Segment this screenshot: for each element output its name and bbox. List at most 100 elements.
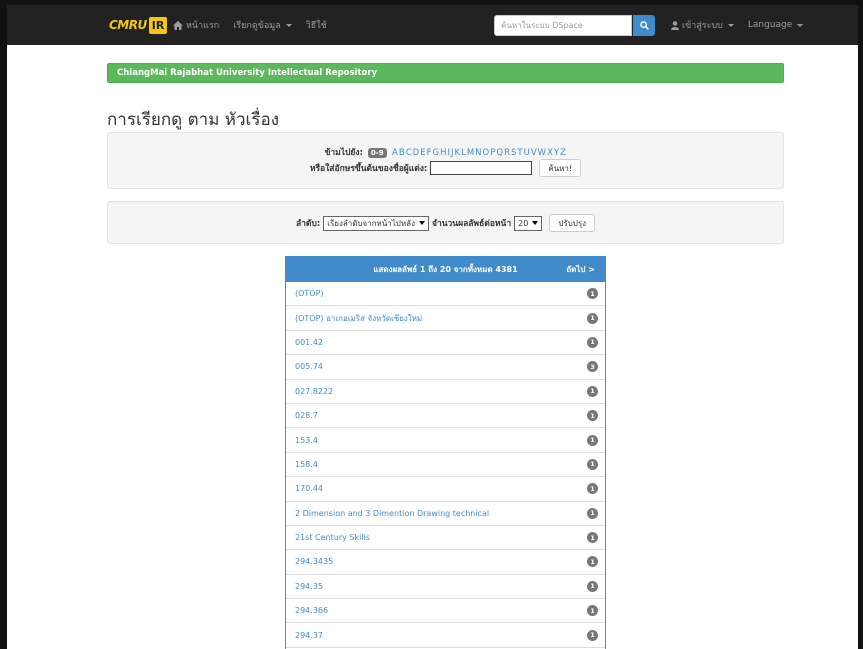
jump-letter-y[interactable]: Y bbox=[554, 148, 559, 158]
jump-letter-s[interactable]: S bbox=[511, 148, 516, 158]
nav-home[interactable]: หน้าแรก bbox=[173, 18, 219, 32]
count-badge: 3 bbox=[587, 361, 598, 373]
jump-letter-k[interactable]: K bbox=[455, 148, 461, 158]
sort-row: ลำดับ: เรียงลำดับจากหน้าไปหลัง จำนวนผลลั… bbox=[108, 214, 783, 232]
jump-letter-j[interactable]: J bbox=[451, 148, 454, 158]
subject-link[interactable]: (OTOP) อาเกอเมริส จังหวัดเชียงใหม่ bbox=[295, 312, 422, 325]
jump-letter-x[interactable]: X bbox=[547, 148, 553, 158]
jump-letter-o[interactable]: O bbox=[483, 148, 490, 158]
search-input[interactable]: ค้นหาในระบบ DSpace bbox=[494, 15, 632, 36]
jump-letter-p[interactable]: P bbox=[490, 148, 495, 158]
list-item[interactable]: 2 Dimension and 3 Dimention Drawing tech… bbox=[286, 502, 605, 526]
list-item[interactable]: 005.74 3 bbox=[286, 355, 605, 380]
subject-link[interactable]: 294.35 bbox=[295, 582, 323, 591]
subject-link[interactable]: 294.37 bbox=[295, 631, 323, 640]
jump-letter-g[interactable]: G bbox=[432, 148, 439, 158]
jump-letter-h[interactable]: H bbox=[440, 148, 446, 158]
jump-to-panel: ข้ามไปยัง: 0-9 ABCDEFGHIJKLMNOPQRSTUVWXY… bbox=[107, 132, 784, 189]
jump-letter-n[interactable]: N bbox=[475, 148, 481, 158]
nav-help[interactable]: วิธีใช้ bbox=[306, 18, 327, 32]
count-badge: 1 bbox=[587, 385, 598, 397]
order-select[interactable]: เรียงลำดับจากหน้าไปหลัง bbox=[323, 215, 429, 231]
list-item[interactable]: 294.366 1 bbox=[286, 599, 605, 624]
chevron-down-icon bbox=[285, 23, 292, 27]
site-logo[interactable]: CMRU IR bbox=[109, 14, 168, 36]
repository-banner[interactable]: ChiangMai Rajabhat University Intellectu… bbox=[107, 63, 784, 83]
jump-letter-m[interactable]: M bbox=[467, 148, 474, 158]
chevron-down-icon bbox=[532, 221, 539, 225]
subject-link[interactable]: 005.74 bbox=[295, 362, 323, 371]
list-item[interactable]: 294.3435 1 bbox=[286, 550, 605, 575]
top-navbar: CMRU IR หน้าแรก เรียกดูข้อมูล วิธีใช้ ค้… bbox=[7, 5, 858, 45]
jump-letter-a[interactable]: A bbox=[392, 148, 398, 158]
subject-link[interactable]: 294.3435 bbox=[295, 557, 333, 566]
results-count-text: แสดงผลลัพธ์ 1 ถึง 20 จากทั้งหมด 4381 bbox=[373, 265, 518, 274]
jump-letter-c[interactable]: C bbox=[406, 148, 412, 158]
subject-link[interactable]: 028.7 bbox=[295, 411, 318, 420]
go-button[interactable]: ค้นหา! bbox=[539, 159, 582, 177]
subject-link[interactable]: 001.42 bbox=[295, 338, 323, 347]
jump-letter-b[interactable]: B bbox=[399, 148, 405, 158]
starts-with-label: หรือใส่อักษรขึ้นต้นของชื่อผู้แต่ง: bbox=[309, 164, 428, 174]
jump-letter-t[interactable]: T bbox=[517, 148, 522, 158]
page-title: การเรียกดู ตาม หัวเรื่อง bbox=[107, 110, 280, 130]
count-badge: 1 bbox=[587, 288, 598, 300]
jump-0-9-badge[interactable]: 0-9 bbox=[367, 148, 387, 158]
jump-letter-f[interactable]: F bbox=[427, 148, 432, 158]
count-badge: 1 bbox=[587, 629, 598, 641]
subject-link[interactable]: 170.44 bbox=[295, 484, 323, 493]
login-label: เข้าสู่ระบบ bbox=[682, 21, 723, 31]
jump-letter-e[interactable]: E bbox=[420, 148, 425, 158]
jump-letter-d[interactable]: D bbox=[413, 148, 420, 158]
jump-letter-q[interactable]: Q bbox=[496, 148, 503, 158]
jump-letter-u[interactable]: U bbox=[524, 148, 530, 158]
subject-link[interactable]: 2 Dimension and 3 Dimention Drawing tech… bbox=[295, 509, 489, 518]
language-dropdown[interactable]: Language bbox=[748, 20, 804, 30]
list-item[interactable]: 027.8222 1 bbox=[286, 380, 605, 404]
jump-to-row: ข้ามไปยัง: 0-9 ABCDEFGHIJKLMNOPQRSTUVWXY… bbox=[108, 145, 783, 159]
subject-link[interactable]: 158.4 bbox=[295, 460, 318, 469]
count-badge: 1 bbox=[587, 336, 598, 348]
starts-with-row: หรือใส่อักษรขึ้นต้นของชื่อผู้แต่ง: ค้นหา… bbox=[108, 159, 783, 177]
rpp-select[interactable]: 20 bbox=[514, 215, 543, 231]
jump-letter-i[interactable]: I bbox=[447, 148, 450, 158]
list-item[interactable]: 158.4 1 bbox=[286, 453, 605, 478]
jump-letter-w[interactable]: W bbox=[538, 148, 546, 158]
list-item[interactable]: 294.37 1 bbox=[286, 623, 605, 648]
search-placeholder: ค้นหาในระบบ DSpace bbox=[501, 21, 583, 30]
subject-link[interactable]: (OTOP) bbox=[295, 289, 324, 298]
list-item[interactable]: 028.7 1 bbox=[286, 404, 605, 429]
search-button[interactable] bbox=[633, 15, 655, 36]
user-icon bbox=[671, 20, 679, 30]
list-item[interactable]: 21st Century Skills 1 bbox=[286, 526, 605, 551]
list-item[interactable]: (OTOP) 1 bbox=[286, 282, 605, 307]
starts-with-input[interactable] bbox=[430, 161, 533, 175]
count-badge: 1 bbox=[587, 410, 598, 422]
jump-letter-v[interactable]: V bbox=[531, 148, 537, 158]
results-heading: แสดงผลลัพธ์ 1 ถึง 20 จากทั้งหมด 4381 ถัด… bbox=[286, 257, 605, 282]
login-dropdown[interactable]: เข้าสู่ระบบ bbox=[671, 18, 734, 32]
next-page-link[interactable]: ถัดไป > bbox=[566, 263, 595, 276]
user-menu: เข้าสู่ระบบ Language bbox=[671, 5, 804, 45]
list-item[interactable]: (OTOP) อาเกอเมริส จังหวัดเชียงใหม่ 1 bbox=[286, 306, 605, 331]
window-frame-left bbox=[0, 0, 7, 649]
sort-options-panel: ลำดับ: เรียงลำดับจากหน้าไปหลัง จำนวนผลลั… bbox=[107, 201, 784, 244]
subject-link[interactable]: 294.366 bbox=[295, 606, 328, 615]
jump-letter-l[interactable]: L bbox=[461, 148, 466, 158]
chevron-down-icon bbox=[418, 221, 425, 225]
jump-letter-z[interactable]: Z bbox=[560, 148, 566, 158]
chevron-down-icon bbox=[797, 23, 804, 27]
rpp-select-value: 20 bbox=[518, 218, 529, 228]
jump-letter-r[interactable]: R bbox=[504, 148, 510, 158]
list-item[interactable]: 001.42 1 bbox=[286, 331, 605, 356]
count-badge: 1 bbox=[587, 605, 598, 617]
list-item[interactable]: 294.35 1 bbox=[286, 575, 605, 600]
list-item[interactable]: 153.4 1 bbox=[286, 428, 605, 453]
update-button[interactable]: ปรับปรุง bbox=[549, 214, 596, 232]
subject-link[interactable]: 027.8222 bbox=[295, 387, 333, 396]
results-list: (OTOP) 1 (OTOP) อาเกอเมริส จังหวัดเชียงใหม… bbox=[286, 282, 605, 649]
subject-link[interactable]: 153.4 bbox=[295, 436, 318, 445]
nav-browse-dropdown[interactable]: เรียกดูข้อมูล bbox=[233, 18, 292, 32]
list-item[interactable]: 170.44 1 bbox=[286, 477, 605, 502]
subject-link[interactable]: 21st Century Skills bbox=[295, 533, 370, 542]
